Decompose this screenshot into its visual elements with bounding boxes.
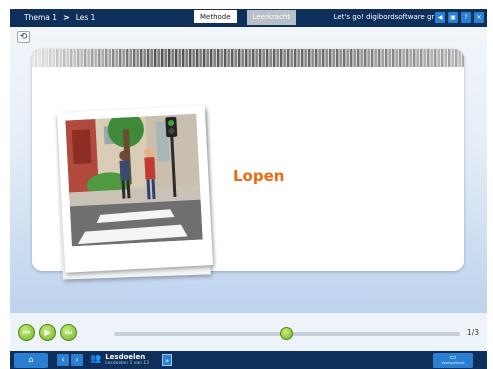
close-icon[interactable]: ✕ <box>474 12 484 23</box>
breadcrumb-lesson[interactable]: Les 1 <box>76 13 96 22</box>
home-icon[interactable]: ⌂ <box>14 353 48 368</box>
nav-forward-icon[interactable]: › <box>71 354 83 366</box>
breadcrumb-separator: > <box>63 13 70 22</box>
media-player: ⏮ ▶ ⏭ 1/3 <box>10 313 487 351</box>
lesson-info[interactable]: 👥 Lesdoelen Lesdoelen 1 van 13 <box>90 353 149 366</box>
product-title: Let's go! digibordsoftware gr 4 <box>333 13 441 21</box>
breadcrumb: Thema 1 > Les 1 <box>24 13 95 22</box>
bottom-nav-bar: ⌂ ‹ › 👥 Lesdoelen Lesdoelen 1 van 13 » ▭… <box>10 351 487 369</box>
card-header-strip <box>32 49 464 67</box>
previous-icon[interactable]: ⏮ <box>18 324 35 341</box>
tab-methode[interactable]: Methode <box>194 10 237 25</box>
photo-frame <box>56 105 214 273</box>
tab-bar: Methode Leerkracht <box>194 10 297 25</box>
tab-leerkracht[interactable]: Leerkracht <box>246 10 297 25</box>
screen-icon[interactable]: ▣ <box>448 12 458 23</box>
lesson-word: Lopen <box>233 167 285 185</box>
top-bar: Thema 1 > Les 1 Methode Leerkracht Let's… <box>10 9 487 27</box>
play-icon[interactable]: ▶ <box>39 324 56 341</box>
breadcrumb-theme[interactable]: Thema 1 <box>24 13 57 22</box>
slider-thumb[interactable] <box>280 327 293 340</box>
board-icon: ▭ <box>449 353 457 361</box>
expand-icon[interactable]: » <box>162 354 172 366</box>
tool-button-label: Voorspelbord <box>441 361 465 365</box>
street-crossing-illustration <box>65 113 203 247</box>
tool-button[interactable]: ▭ Voorspelbord <box>433 353 473 368</box>
prev-window-icon[interactable]: ◀ <box>435 12 445 23</box>
page-indicator: 1/3 <box>466 328 479 337</box>
people-icon: 👥 <box>90 354 102 364</box>
nav-back-icon[interactable]: ‹ <box>57 354 69 366</box>
lesson-subtitle: Lesdoelen 1 van 13 <box>105 361 150 366</box>
help-icon[interactable]: ? <box>461 12 471 23</box>
refresh-icon[interactable]: ⟲ <box>17 31 30 43</box>
progress-slider[interactable] <box>114 327 460 340</box>
lesson-title: Lesdoelen <box>105 353 146 361</box>
window-controls: ◀ ▣ ? ✕ <box>435 12 484 23</box>
next-icon[interactable]: ⏭ <box>60 324 77 341</box>
